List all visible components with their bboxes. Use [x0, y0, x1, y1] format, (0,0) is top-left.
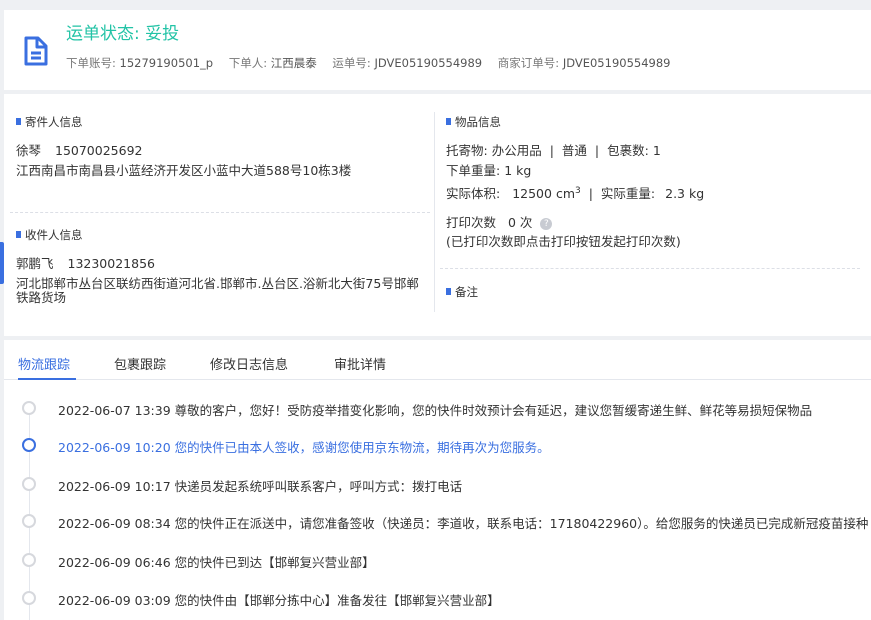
goods-weight-row: 下单重量: 1 kg [446, 163, 531, 179]
actual-weight-value: 2.3 kg [665, 186, 705, 202]
sender-heading: 寄件人信息 [16, 114, 83, 130]
sender-contact: 徐琴 15070025692 [16, 143, 142, 159]
timeline-item: 2022-06-09 06:46 您的快件已到达【邯郸复兴营业部】 [4, 550, 871, 570]
timeline-entry: 2022-06-09 03:09 您的快件由【邯郸分拣中心】准备发往【邯郸复兴营… [58, 590, 500, 609]
sender-address: 江西南昌市南昌县小蓝经济开发区小蓝中大道588号10栋3楼 [16, 163, 352, 178]
timeline-time: 2022-06-09 08:34 [58, 516, 171, 531]
order-account-label: 下单账号: [66, 56, 116, 70]
timeline-entry: 2022-06-07 13:39 尊敬的客户，您好！受防疫举措变化影响，您的快件… [58, 400, 812, 419]
timeline-time: 2022-06-09 06:46 [58, 555, 171, 570]
timeline-entry: 2022-06-09 08:34 您的快件正在派送中，请您准备签收（快递员：李道… [58, 513, 868, 532]
package-count-value: 1 [652, 143, 661, 158]
orderer-value: 江西晨泰 [270, 56, 317, 70]
timeline-description: 尊敬的客户，您好！受防疫举措变化影响，您的快件时效预计会有延迟，建议您暂缓寄递生… [174, 403, 813, 418]
waybill-number-label: 运单号: [332, 56, 371, 70]
waybill-number-value: JDVE05190554989 [374, 56, 483, 70]
receiver-address: 河北邯郸市丛台区联纺西街道河北省.邯郸市.丛台区.浴新北大街75号邯郸铁路货场 [16, 276, 419, 305]
goods-volume-row: 实际体积: 12500 cm3 | 实际重量: 2.3 kg [446, 186, 705, 202]
waybill-status-label: 运单状态: [66, 24, 140, 44]
receiver-contact: 郭鹏飞 13230021856 [16, 256, 155, 272]
timeline-description: 您的快件已由本人签收，感谢您使用京东物流，期待再次为您服务。 [174, 440, 550, 455]
package-count-label: 包裹数: [607, 143, 649, 158]
tab-bar: 物流跟踪 包裹跟踪 修改日志信息 审批详情 [4, 340, 871, 380]
waybill-status-value: 妥投 [145, 24, 180, 44]
receiver-heading: 收件人信息 [16, 227, 83, 243]
timeline-dot [22, 438, 36, 452]
goods-heading: 物品信息 [446, 114, 501, 130]
weight-value: 1 kg [504, 163, 532, 178]
timeline-item: 2022-06-09 08:34 您的快件正在派送中，请您准备签收（快递员：李道… [4, 511, 871, 531]
document-icon [24, 36, 48, 66]
timeline-dot [22, 477, 36, 491]
section-divider [440, 268, 860, 269]
timeline-item: 2022-06-07 13:39 尊敬的客户，您好！受防疫举措变化影响，您的快件… [4, 398, 871, 418]
sender-name: 徐琴 [16, 143, 42, 158]
orderer-label: 下单人: [228, 56, 268, 70]
volume-label: 实际体积: [446, 186, 501, 202]
print-count-note: (已打印次数即点击打印按钮发起打印次数) [446, 234, 681, 249]
print-count-value: 0 次 [508, 215, 533, 230]
print-count-label: 打印次数 [446, 215, 497, 230]
waybill-meta: 下单账号: 15279190501_p 下单人: 江西晨泰 运单号: JDVE0… [66, 55, 682, 71]
merchant-order-value: JDVE05190554989 [562, 56, 671, 70]
sender-phone: 15070025692 [55, 143, 143, 158]
waybill-status: 运单状态: 妥投 [66, 19, 179, 44]
volume-value: 12500 cm [512, 186, 575, 202]
column-divider [434, 112, 435, 312]
tab-change-log[interactable]: 修改日志信息 [210, 354, 288, 373]
goods-consignment-row: 托寄物: 办公用品 | 普通 | 包裹数: 1 [446, 143, 661, 158]
tab-package-tracking[interactable]: 包裹跟踪 [114, 354, 166, 373]
receiver-name: 郭鹏飞 [16, 256, 54, 271]
tracking-card: 物流跟踪 包裹跟踪 修改日志信息 审批详情 2022-06-07 13:39 尊… [4, 340, 871, 620]
timeline-item: 2022-06-09 03:09 您的快件由【邯郸分拣中心】准备发往【邯郸复兴营… [4, 588, 871, 608]
tab-approval-details[interactable]: 审批详情 [334, 354, 386, 373]
help-icon[interactable]: ? [540, 218, 553, 230]
consignment-label: 托寄物: [446, 143, 488, 158]
merchant-order-label: 商家订单号: [497, 56, 560, 70]
weight-label: 下单重量: [446, 163, 501, 178]
section-divider [10, 212, 430, 213]
timeline-dot [22, 553, 36, 567]
consignment-value: 办公用品 [491, 143, 542, 158]
timeline-entry: 2022-06-09 10:20 您的快件已由本人签收，感谢您使用京东物流，期待… [58, 437, 550, 456]
service-type: 普通 [561, 143, 587, 158]
waybill-header-card: 运单状态: 妥投 下单账号: 15279190501_p 下单人: 江西晨泰 运… [4, 10, 871, 90]
timeline-item: 2022-06-09 10:20 您的快件已由本人签收，感谢您使用京东物流，期待… [4, 435, 871, 455]
timeline-item: 2022-06-09 10:17 快递员发起系统呼叫联系客户，呼叫方式：拨打电话 [4, 474, 871, 494]
timeline-time: 2022-06-09 10:17 [58, 479, 171, 494]
order-account-value: 15279190501_p [119, 56, 214, 70]
tab-logistics-tracking[interactable]: 物流跟踪 [18, 354, 70, 373]
actual-weight-label: 实际重量: [600, 186, 656, 202]
timeline-entry: 2022-06-09 10:17 快递员发起系统呼叫联系客户，呼叫方式：拨打电话 [58, 476, 462, 495]
timeline-dot [22, 514, 36, 528]
print-count-row: 打印次数 0 次 ? [446, 215, 553, 231]
timeline-description: 您的快件正在派送中，请您准备签收（快递员：李道收，联系电话：1718042296… [174, 516, 869, 531]
timeline-time: 2022-06-07 13:39 [58, 403, 171, 418]
side-marker [0, 242, 4, 284]
receiver-phone: 13230021856 [67, 256, 155, 271]
timeline-description: 您的快件已到达【邯郸复兴营业部】 [174, 555, 375, 570]
timeline-dot [22, 591, 36, 605]
timeline-time: 2022-06-09 03:09 [58, 593, 171, 608]
shipment-info-card: 寄件人信息 徐琴 15070025692 江西南昌市南昌县小蓝经济开发区小蓝中大… [0, 94, 871, 336]
timeline-description: 快递员发起系统呼叫联系客户，呼叫方式：拨打电话 [174, 479, 463, 494]
timeline-time: 2022-06-09 10:20 [58, 440, 171, 455]
active-tab-indicator [18, 378, 76, 380]
remarks-heading: 备注 [446, 284, 478, 300]
timeline-dot [22, 401, 36, 415]
timeline-entry: 2022-06-09 06:46 您的快件已到达【邯郸复兴营业部】 [58, 552, 375, 571]
volume-unit-exponent: 3 [575, 186, 581, 196]
timeline-description: 您的快件由【邯郸分拣中心】准备发往【邯郸复兴营业部】 [174, 593, 500, 608]
